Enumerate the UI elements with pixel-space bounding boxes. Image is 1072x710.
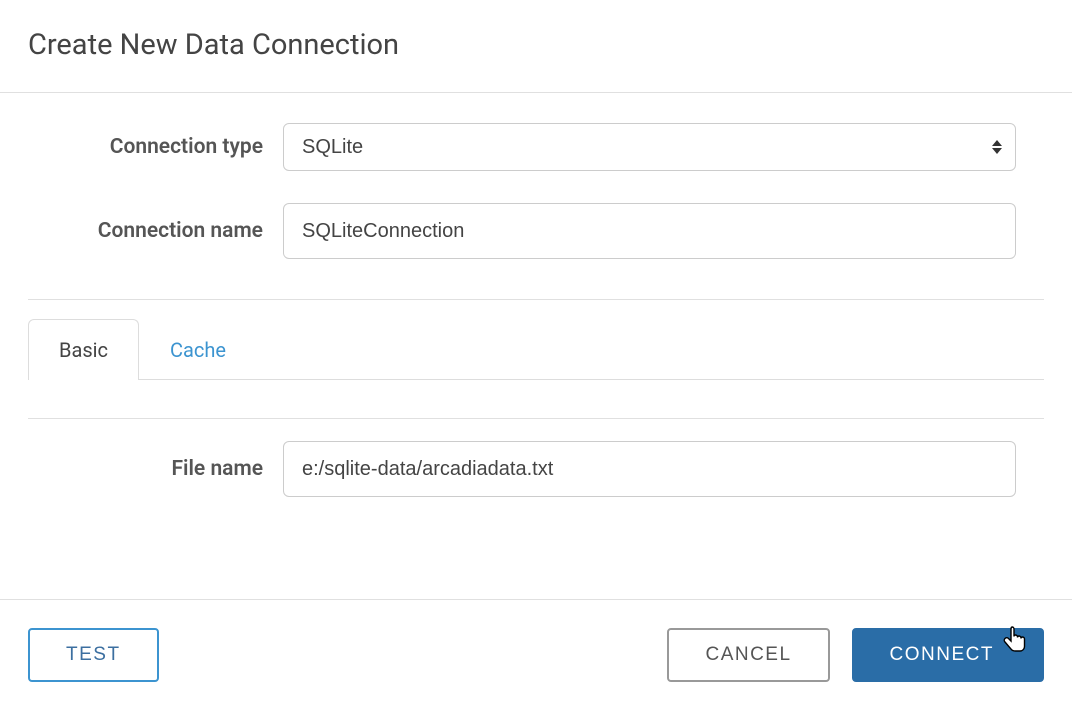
connection-type-row: Connection type SQLite [28, 123, 1044, 171]
connection-type-select[interactable]: SQLite [283, 123, 1016, 171]
connect-button-label: CONNECT [890, 644, 994, 666]
file-name-label: File name [28, 457, 283, 481]
connection-type-label: Connection type [28, 135, 283, 159]
divider [28, 299, 1044, 300]
connection-name-control [283, 203, 1044, 259]
tab-cache[interactable]: Cache [139, 319, 257, 380]
dialog-header: Create New Data Connection [0, 0, 1072, 93]
tabs-container: Basic Cache [0, 318, 1072, 380]
connection-name-label: Connection name [28, 219, 283, 243]
dialog-footer: TEST CANCEL CONNECT [0, 599, 1072, 710]
basic-tab-content: File name [0, 419, 1072, 537]
connect-button[interactable]: CONNECT [852, 628, 1044, 682]
tab-basic[interactable]: Basic [28, 319, 139, 380]
file-name-control [283, 441, 1044, 497]
test-button[interactable]: TEST [28, 628, 159, 682]
cursor-pointer-icon [1002, 626, 1028, 662]
footer-right-group: CANCEL CONNECT [667, 628, 1044, 682]
tabs: Basic Cache [28, 318, 1044, 380]
connection-type-control: SQLite [283, 123, 1044, 171]
cancel-button[interactable]: CANCEL [667, 628, 829, 682]
top-form-section: Connection type SQLite Connection name [0, 93, 1072, 299]
connection-name-input[interactable] [283, 203, 1016, 259]
connection-name-row: Connection name [28, 203, 1044, 259]
dialog-title: Create New Data Connection [28, 28, 1044, 62]
file-name-row: File name [28, 441, 1044, 497]
file-name-input[interactable] [283, 441, 1016, 497]
dialog-body: Connection type SQLite Connection name [0, 93, 1072, 599]
create-connection-dialog: Create New Data Connection Connection ty… [0, 0, 1072, 710]
connection-type-select-wrap: SQLite [283, 123, 1016, 171]
